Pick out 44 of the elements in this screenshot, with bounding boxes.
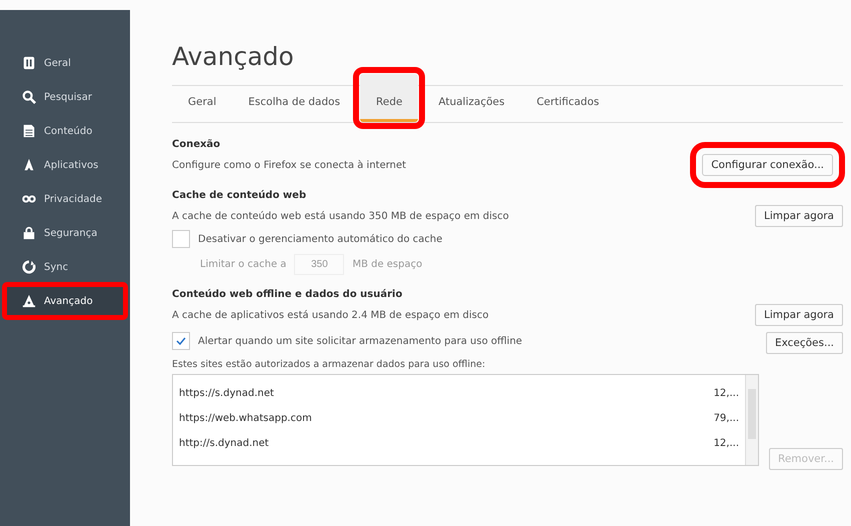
site-url[interactable]: https://s.dynad.net <box>179 388 274 399</box>
section-heading: Conteúdo web offline e dados do usuário <box>172 289 404 300</box>
description-text: Configure como o Firefox se conecta à internet <box>172 160 406 170</box>
switch-icon <box>22 56 36 70</box>
checkbox[interactable] <box>172 230 190 248</box>
rocket-icon <box>22 158 36 172</box>
checkbox-label: Desativar o gerenciamento automático do cache <box>198 234 442 244</box>
document-icon <box>22 124 36 138</box>
limit-label: Limitar o cache a <box>200 259 286 270</box>
scrollbar[interactable] <box>745 375 758 465</box>
sidebar-item[interactable]: Segurança <box>0 216 130 250</box>
sidebar-item[interactable]: Conteúdo <box>0 114 130 148</box>
section-heading: Conexão <box>172 139 222 150</box>
search-icon <box>22 90 36 104</box>
sidebar-item[interactable]: Privacidade <box>0 182 130 216</box>
checkbox[interactable] <box>172 332 190 350</box>
checkmark-icon <box>175 335 187 347</box>
sidebar-item[interactable]: Sync <box>0 250 130 284</box>
description-text: A cache de conteúdo web está usando 350 MB de espaço em disco <box>172 210 509 222</box>
sidebar-item[interactable]: Avançado <box>4 284 126 318</box>
tab[interactable]: Atualizações <box>422 86 521 122</box>
tab[interactable]: Escolha de dados <box>232 86 356 122</box>
section-heading: Cache de conteúdo web <box>172 190 308 201</box>
site-size: 12,... <box>714 438 740 449</box>
list-label: Estes sites estão autorizados a armazenar dados para uso offline: <box>172 359 486 370</box>
page-title: Avançado <box>172 42 295 71</box>
tab[interactable]: Geral <box>172 86 232 122</box>
site-size: 12,... <box>714 388 740 399</box>
site-size: 79,... <box>714 413 740 424</box>
sidebar-item[interactable]: Pesquisar <box>0 80 130 114</box>
clear-now-button[interactable]: Limpar agora <box>754 304 843 326</box>
site-url[interactable]: http://s.dynad.net <box>179 438 269 449</box>
checkbox-label: Alertar quando um site solicitar armazenamento para uso offline <box>198 336 522 346</box>
unit-label: MB de espaço <box>352 259 422 270</box>
exceptions-button[interactable]: Exceções... <box>766 332 843 354</box>
hat-icon <box>22 294 36 308</box>
sync-icon <box>22 260 36 274</box>
sidebar-item[interactable]: Geral <box>0 46 130 80</box>
lock-icon <box>22 226 36 240</box>
clear-now-button[interactable]: Limpar agora <box>754 205 843 227</box>
site-url[interactable]: https://web.whatsapp.com <box>179 413 312 424</box>
description-text: A cache de aplicativos está usando 2.4 MB de espaço em disco <box>172 310 489 320</box>
tab[interactable]: Certificados <box>520 86 616 122</box>
sidebar-item[interactable]: Aplicativos <box>0 148 130 182</box>
